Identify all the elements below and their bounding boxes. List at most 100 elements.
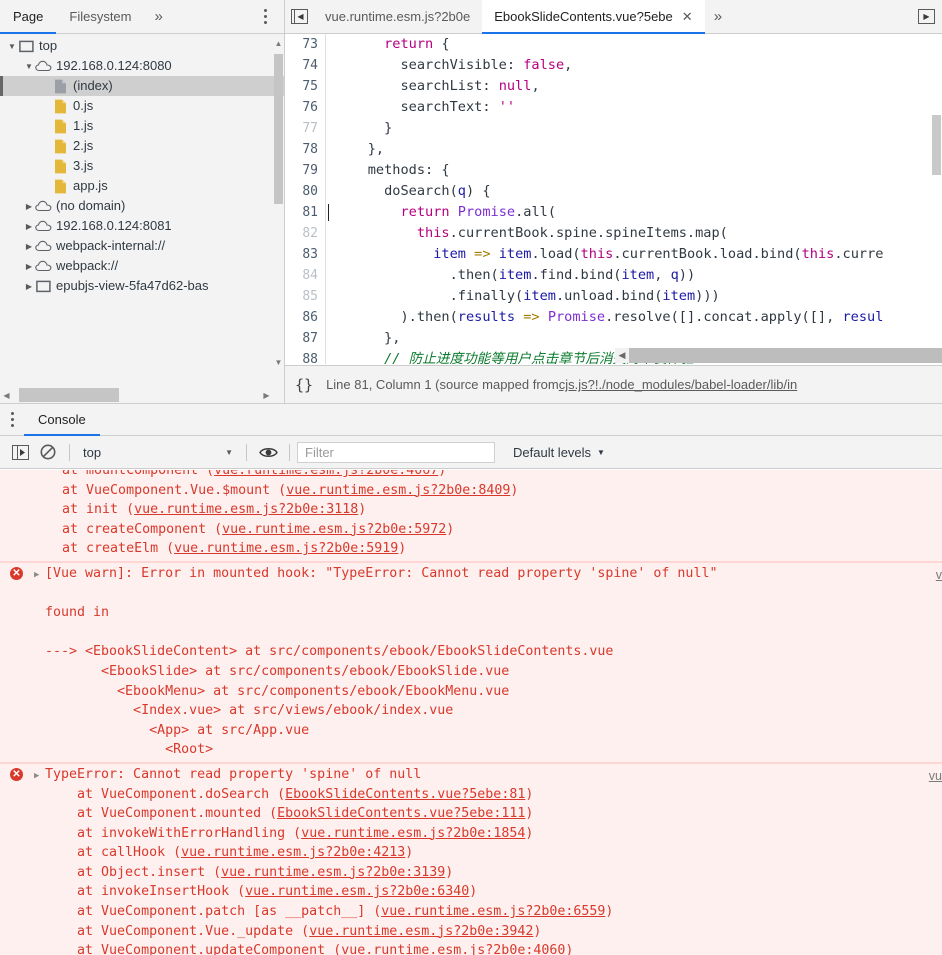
code-line[interactable]: 86 ).then(results => Promise.resolve([].… [285,307,942,328]
code-line[interactable]: 74 searchVisible: false, [285,55,942,76]
tree-item-0-js[interactable]: ▶0.js [0,96,284,116]
editor-prev-file-button[interactable]: ◀ [285,0,313,33]
code-viewer[interactable]: 73 return {74 searchVisible: false, 75 se… [285,34,942,364]
console-message[interactable]: ✕ ▶ vu TypeError: Cannot read property 'spi… [0,762,942,955]
message-source-link[interactable]: v [936,566,942,586]
scrollbar-thumb[interactable] [274,54,283,204]
editor-next-file-button[interactable]: ▶ [918,0,942,33]
stack-frame-link[interactable]: vue.runtime.esm.js?2b0e:3118 [134,502,358,517]
tree-item-1-js[interactable]: ▶1.js [0,116,284,136]
console-message-list[interactable]: at mountComponent (vue.runtime.esm.js?2b… [0,470,942,955]
code-line[interactable]: 76 searchText: '' [285,97,942,118]
line-number[interactable]: 82 [285,223,325,244]
line-number[interactable]: 79 [285,160,325,181]
clear-console-button[interactable] [34,439,62,465]
console-filter-input[interactable]: Filter [297,441,495,463]
chevron-right-icon[interactable]: ▶ [23,202,35,211]
tree-item--index-[interactable]: ▶(index) [0,76,284,96]
line-number[interactable]: 84 [285,265,325,286]
stack-frame-link[interactable]: vue.runtime.esm.js?2b0e:3139 [221,865,445,880]
code-line[interactable]: 73 return { [285,34,942,55]
message-source-link[interactable]: vu [929,767,942,787]
stack-frame-link[interactable]: EbookSlideContents.vue?5ebe:81 [285,787,525,802]
scroll-left-icon[interactable]: ◀ [0,391,13,400]
tree-item--no-domain-[interactable]: ▶ (no domain) [0,196,284,216]
line-number[interactable]: 74 [285,55,325,76]
stack-frame-link[interactable]: vue.runtime.esm.js?2b0e:4067 [214,470,438,478]
line-number[interactable]: 83 [285,244,325,265]
stack-frame-link[interactable]: vue.runtime.esm.js?2b0e:4213 [181,845,405,860]
code-line[interactable]: 80 doSearch(q) { [285,181,942,202]
scroll-left-icon[interactable]: ◀ [615,350,629,361]
chevron-right-icon[interactable]: ▶ [23,222,35,231]
stack-frame-link[interactable]: vue.runtime.esm.js?2b0e:5919 [174,541,398,556]
execution-context-selector[interactable]: top ▼ [77,441,239,463]
chevron-right-icon[interactable]: ▶ [23,242,35,251]
tab-console[interactable]: Console [24,404,100,436]
line-number[interactable]: 77 [285,118,325,139]
code-line[interactable]: 75 searchList: null, [285,76,942,97]
line-number[interactable]: 78 [285,139,325,160]
stack-frame-link[interactable]: vue.runtime.esm.js?2b0e:6340 [245,884,469,899]
tree-item-192-168-0-124-8080[interactable]: ▼ 192.168.0.124:8080 [0,56,284,76]
hscroll-track[interactable] [629,348,942,363]
tree-item-webpack-[interactable]: ▶ webpack:// [0,256,284,276]
stack-frame-link[interactable]: vue.runtime.esm.js?2b0e:6559 [381,904,605,919]
editor-tab-ebookslidecontents[interactable]: EbookSlideContents.vue?5ebe ✕ [482,0,706,34]
navigator-more-tabs-icon[interactable]: » [145,0,173,33]
code-line[interactable]: 85 .finally(item.unload.bind(item))) [285,286,942,307]
code-line[interactable]: 87 }, [285,328,942,349]
scroll-up-icon[interactable]: ▲ [274,36,283,50]
console-sidebar-button[interactable] [6,439,34,465]
expand-arrow-icon[interactable]: ▶ [34,767,39,787]
console-message[interactable]: ✕ ▶ v [Vue warn]: Error in mounted hook: "T… [0,561,942,763]
line-number[interactable]: 73 [285,34,325,55]
line-number[interactable]: 75 [285,76,325,97]
chevron-right-icon[interactable]: ▶ [23,262,35,271]
scrollbar-thumb[interactable] [932,115,941,175]
line-number[interactable]: 86 [285,307,325,328]
pretty-print-icon[interactable]: {} [295,376,313,394]
code-line[interactable]: 81 return Promise.all( [285,202,942,223]
stack-frame-link[interactable]: vue.runtime.esm.js?2b0e:1854 [301,826,525,841]
file-tree-vertical-scrollbar[interactable]: ▲ ▼ [274,36,283,369]
code-line[interactable]: 83 item => item.load(this.currentBook.lo… [285,244,942,265]
file-tree-horizontal-scrollbar[interactable]: ◀ ▶ [0,388,273,402]
line-number[interactable]: 88 [285,349,325,364]
line-number[interactable]: 85 [285,286,325,307]
editor-tab-vue-runtime[interactable]: vue.runtime.esm.js?2b0e [313,0,482,33]
code-line[interactable]: 82 this.currentBook.spine.spineItems.map… [285,223,942,244]
file-tree[interactable]: ▼top▼192.168.0.124:8080▶(index)▶0.js▶1.j… [0,34,284,383]
scroll-down-icon[interactable]: ▼ [274,355,283,369]
line-number[interactable]: 80 [285,181,325,202]
code-horizontal-scrollbar[interactable]: ◀ ▶ [615,348,942,363]
stack-frame-link[interactable]: vue.runtime.esm.js?2b0e:3942 [309,924,533,939]
expand-arrow-icon[interactable]: ▶ [34,566,39,586]
code-line[interactable]: 79 methods: { [285,160,942,181]
tree-item-webpack-internal-[interactable]: ▶ webpack-internal:// [0,236,284,256]
hscrollbar-thumb[interactable] [19,388,119,402]
live-expression-button[interactable] [254,439,282,465]
code-vertical-scrollbar[interactable] [930,35,942,348]
tree-item-top[interactable]: ▼ top [0,36,284,56]
tree-item-192-168-0-124-8081[interactable]: ▶ 192.168.0.124:8081 [0,216,284,236]
close-icon[interactable]: ✕ [682,9,693,25]
source-map-link[interactable]: cjs.js?!./node_modules/babel-loader/lib/… [559,377,797,392]
log-levels-selector[interactable]: Default levels ▼ [513,445,605,460]
chevron-down-icon[interactable]: ▼ [23,62,35,71]
line-number[interactable]: 87 [285,328,325,349]
tree-item-3-js[interactable]: ▶3.js [0,156,284,176]
line-number[interactable]: 76 [285,97,325,118]
stack-frame-link[interactable]: EbookSlideContents.vue?5ebe:111 [277,806,525,821]
tree-item-epubjs-view-5fa47d62-bas[interactable]: ▶ epubjs-view-5fa47d62-bas [0,276,284,296]
chevron-down-icon[interactable]: ▼ [6,42,18,51]
stack-frame-link[interactable]: vue.runtime.esm.js?2b0e:8409 [286,483,510,498]
tree-item-app-js[interactable]: ▶app.js [0,176,284,196]
console-menu-icon[interactable] [0,404,24,435]
code-line[interactable]: 84 .then(item.find.bind(item, q)) [285,265,942,286]
stack-frame-link[interactable]: vue.runtime.esm.js?2b0e:5972 [222,522,446,537]
console-message[interactable]: at mountComponent (vue.runtime.esm.js?2b… [0,470,942,562]
navigator-tab-filesystem[interactable]: Filesystem [56,0,144,33]
tree-item-2-js[interactable]: ▶2.js [0,136,284,156]
chevron-right-icon[interactable]: ▶ [23,282,35,291]
